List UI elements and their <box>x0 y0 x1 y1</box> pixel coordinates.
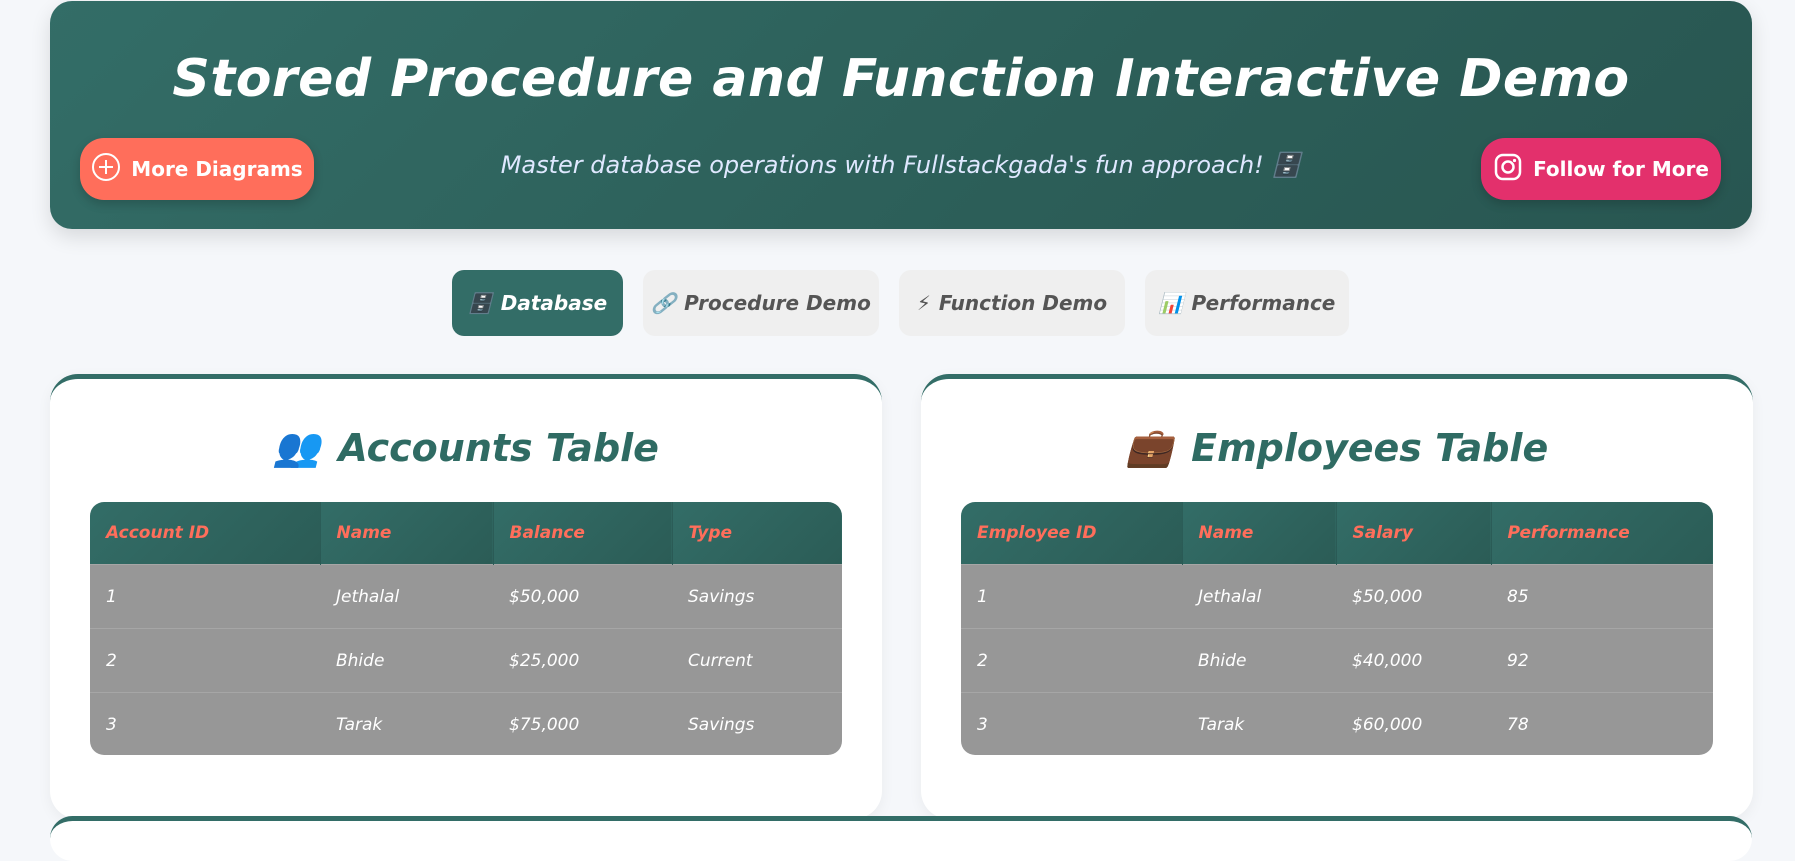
table-cell: 85 <box>1491 564 1713 629</box>
table-cell: 2 <box>961 628 1182 693</box>
tab-procedure-demo[interactable]: 🔗 Procedure Demo <box>643 270 879 336</box>
tab-label: Performance <box>1191 291 1336 315</box>
employees-title-text: Employees Table <box>1191 425 1549 470</box>
accounts-card: 👥 Accounts Table Account ID Name Balance… <box>50 374 882 819</box>
table-cell: Jethalal <box>1182 564 1336 629</box>
table-cell: Tarak <box>1182 692 1336 755</box>
page-title: Stored Procedure and Function Interactiv… <box>172 49 1630 109</box>
column-header: Name <box>1181 502 1336 565</box>
tab-performance[interactable]: 📊 Performance <box>1145 270 1349 336</box>
table-cell: $60,000 <box>1336 692 1491 755</box>
column-header: Account ID <box>90 502 320 565</box>
table-row: 2 Bhide $25,000 Current <box>90 628 842 693</box>
table-cell: 3 <box>961 692 1182 755</box>
table-cell: 2 <box>90 628 320 693</box>
table-cell: $75,000 <box>493 692 672 755</box>
briefcase-icon: 💼 <box>1125 425 1174 469</box>
employees-title: 💼 Employees Table <box>921 425 1753 470</box>
table-row: 1 Jethalal $50,000 Savings <box>90 564 842 629</box>
tab-label: Database <box>500 291 608 315</box>
accounts-title: 👥 Accounts Table <box>50 425 882 470</box>
bar-chart-icon: 📊 <box>1158 291 1184 315</box>
instagram-icon <box>1493 152 1523 187</box>
link-icon: 🔗 <box>651 291 677 315</box>
table-cell: Tarak <box>320 692 493 755</box>
column-header: Name <box>319 502 493 565</box>
cabinet-icon: 🗄️ <box>467 291 493 315</box>
table-row: 1 Jethalal $50,000 85 <box>961 564 1713 629</box>
table-cell: $50,000 <box>493 564 672 629</box>
table-row: 2 Bhide $40,000 92 <box>961 628 1713 693</box>
column-header: Type <box>671 502 842 565</box>
table-cell: Savings <box>672 564 842 629</box>
table-cell: 1 <box>961 564 1182 629</box>
employees-table: Employee ID Name Salary Performance 1 Je… <box>961 502 1713 755</box>
tab-bar: 🗄️ Database 🔗 Procedure Demo ⚡ Function … <box>0 270 1795 336</box>
table-cell: $50,000 <box>1336 564 1491 629</box>
table-header-row: Employee ID Name Salary Performance <box>961 502 1713 565</box>
column-header: Salary <box>1335 502 1491 565</box>
next-section-card <box>50 816 1752 861</box>
accounts-title-text: Accounts Table <box>338 425 659 470</box>
table-cell: 1 <box>90 564 320 629</box>
table-cell: Jethalal <box>320 564 493 629</box>
table-cell: 3 <box>90 692 320 755</box>
tab-function-demo[interactable]: ⚡ Function Demo <box>899 270 1125 336</box>
table-cell: Bhide <box>1182 628 1336 693</box>
lightning-icon: ⚡ <box>916 291 931 315</box>
tab-label: Function Demo <box>938 291 1108 315</box>
table-cell: Bhide <box>320 628 493 693</box>
accounts-table: Account ID Name Balance Type 1 Jethalal … <box>90 502 842 755</box>
column-header: Employee ID <box>961 502 1182 565</box>
tab-label: Procedure Demo <box>684 291 871 315</box>
table-row: 3 Tarak $60,000 78 <box>961 692 1713 755</box>
follow-button[interactable]: Follow for More <box>1481 138 1721 200</box>
table-row: 3 Tarak $75,000 Savings <box>90 692 842 755</box>
column-header: Performance <box>1490 502 1713 565</box>
table-cell: 78 <box>1491 692 1713 755</box>
table-cell: Savings <box>672 692 842 755</box>
header-banner: Stored Procedure and Function Interactiv… <box>50 1 1752 229</box>
table-cell: $25,000 <box>493 628 672 693</box>
follow-label: Follow for More <box>1533 157 1709 181</box>
table-cell: $40,000 <box>1336 628 1491 693</box>
employees-card: 💼 Employees Table Employee ID Name Salar… <box>921 374 1753 819</box>
table-header-row: Account ID Name Balance Type <box>90 502 842 565</box>
tab-database[interactable]: 🗄️ Database <box>452 270 623 336</box>
table-cell: 92 <box>1491 628 1713 693</box>
table-cell: Current <box>672 628 842 693</box>
people-icon: 👥 <box>273 425 321 469</box>
column-header: Balance <box>492 502 672 565</box>
